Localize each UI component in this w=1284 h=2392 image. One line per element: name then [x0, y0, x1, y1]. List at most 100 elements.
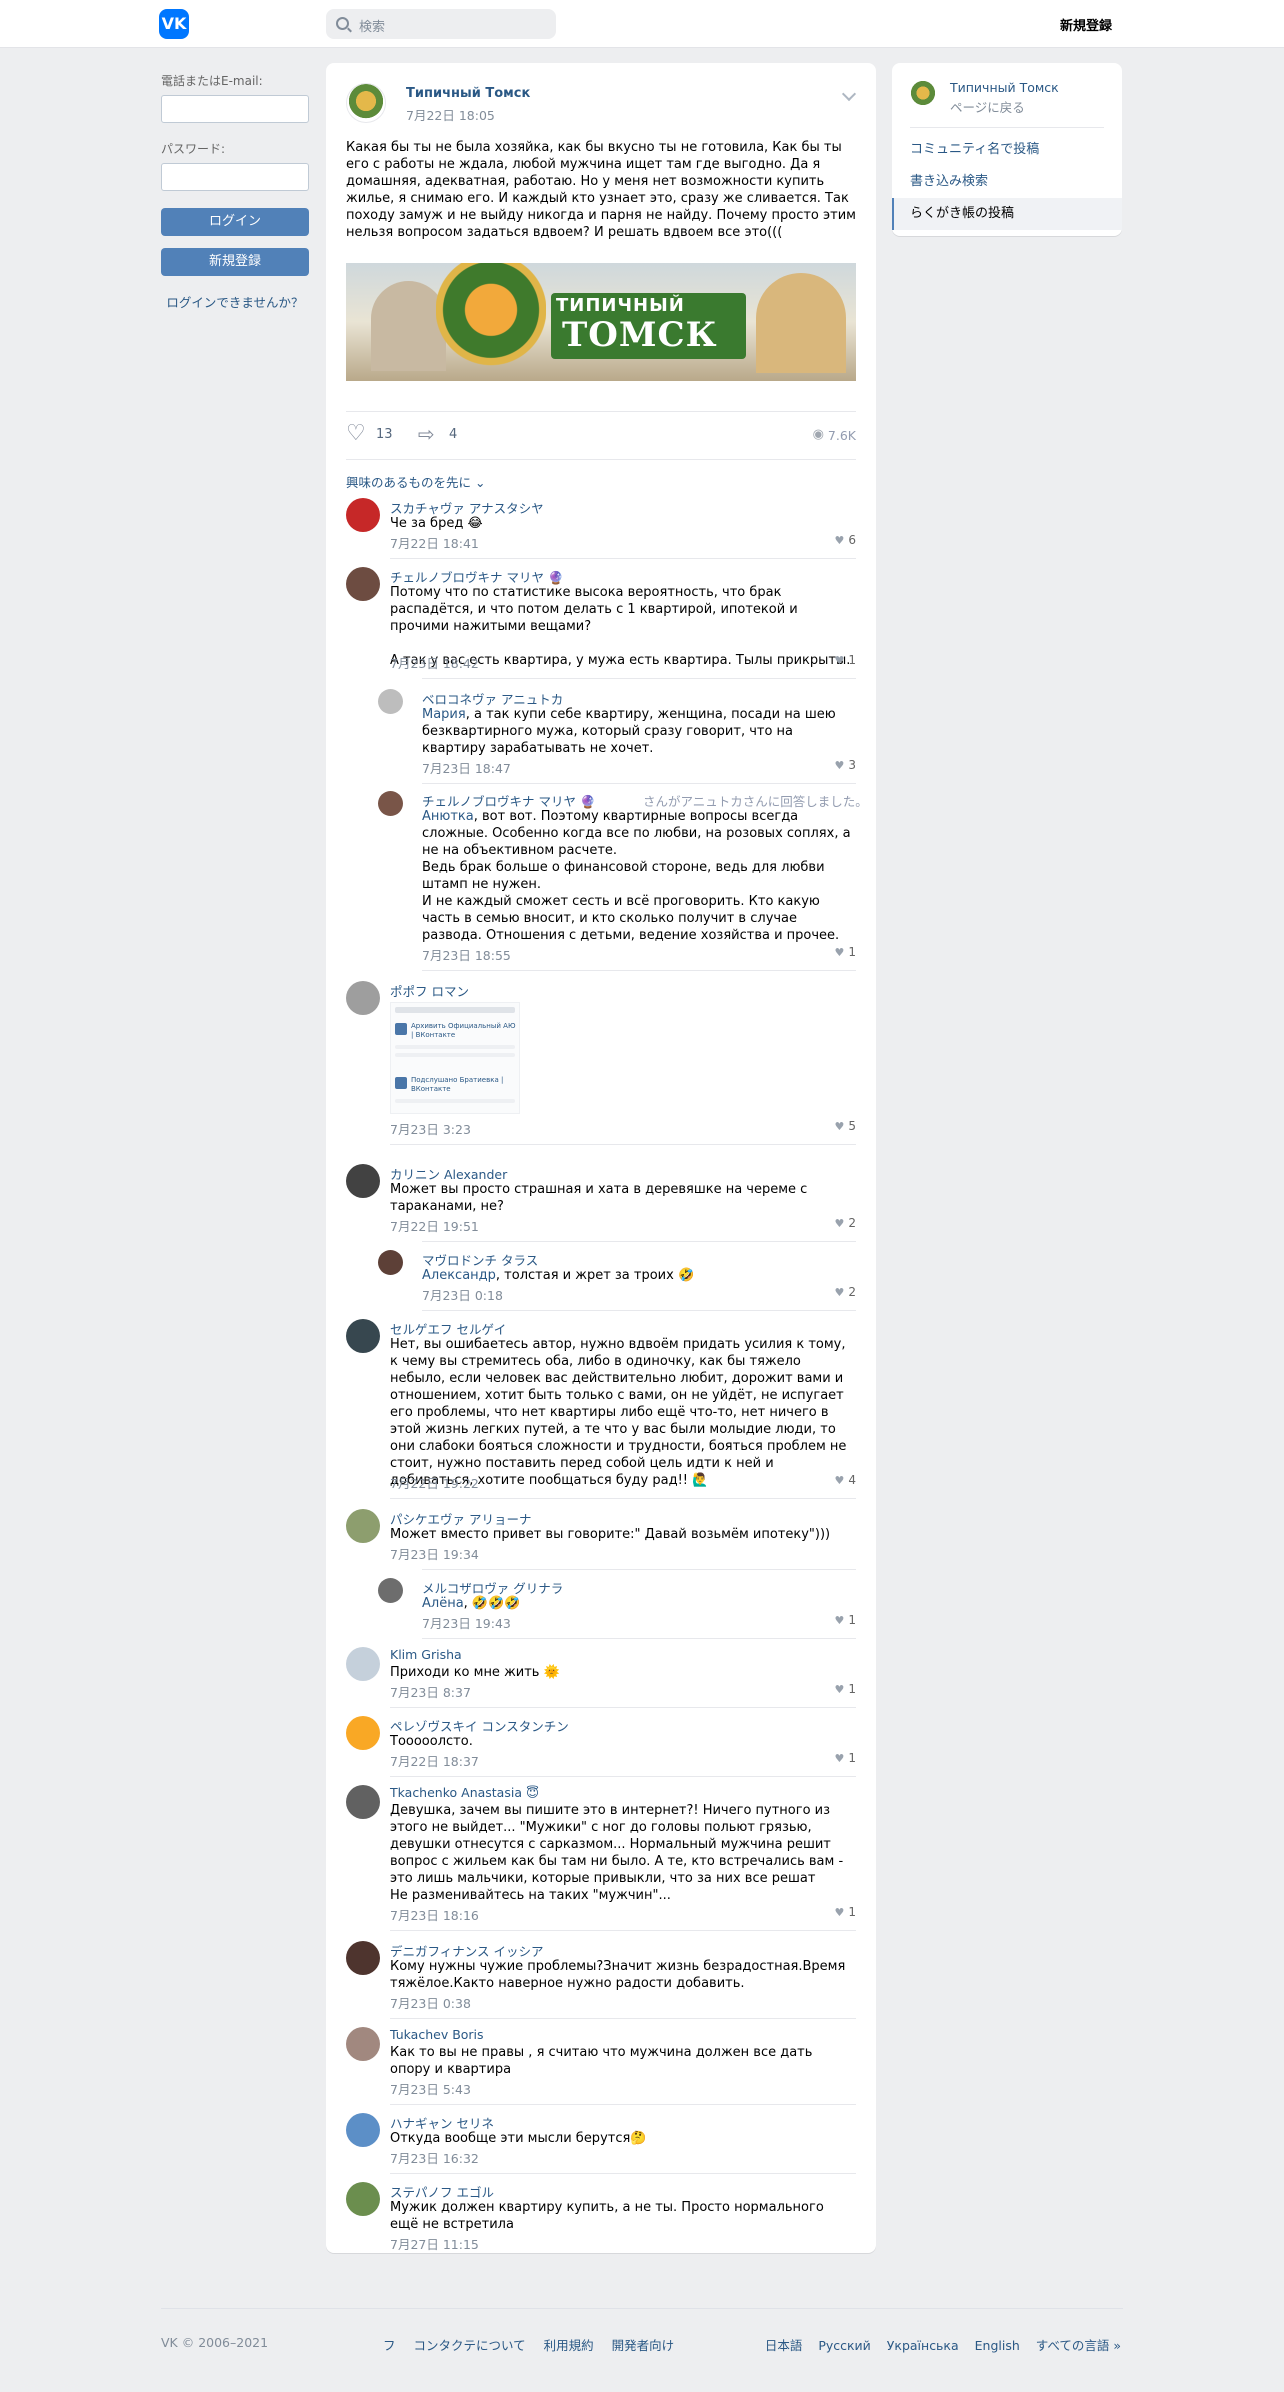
comment-date[interactable]: 7月23日 0:38	[390, 1993, 471, 2012]
comment-sort-dropdown[interactable]: 興味のあるものを先に ⌄	[346, 472, 485, 491]
avatar[interactable]	[346, 1785, 380, 1819]
avatar[interactable]	[378, 1250, 403, 1275]
register-button[interactable]: 新規登録	[161, 248, 309, 276]
comment-date[interactable]: 7月23日 16:32	[390, 2148, 479, 2167]
forgot-login-link[interactable]: ログインできませんか？	[161, 292, 309, 311]
avatar[interactable]	[346, 1941, 380, 1975]
avatar[interactable]	[346, 1164, 380, 1198]
comment-date[interactable]: 7月23日 3:23	[390, 1119, 471, 1138]
comment-like-button[interactable]: ♥ 3	[834, 758, 856, 772]
comment-date[interactable]: 7月27日 11:15	[390, 2234, 479, 2253]
footer-link-terms[interactable]: 利用規約	[544, 2338, 594, 2353]
comment-author[interactable]: ポポフ ロマン	[390, 981, 469, 1000]
comment-like-button[interactable]: ♥ 6	[834, 533, 856, 547]
comment-like-count: 1	[848, 653, 856, 667]
password-field[interactable]	[161, 163, 309, 191]
share-count[interactable]: 4	[449, 427, 457, 442]
header-register-link[interactable]: 新規登録	[1060, 15, 1112, 34]
avatar[interactable]	[346, 1716, 380, 1750]
footer-links: フ コンタクテについて 利用規約 開発者向け	[383, 2335, 688, 2354]
login-button[interactable]: ログイン	[161, 208, 309, 236]
comment-date[interactable]: 7月23日 18:16	[390, 1905, 479, 1924]
post-image[interactable]: ТИПИЧНЫЙ ТОМСК	[346, 263, 856, 381]
comment-date[interactable]: 7月23日 18:42	[390, 653, 479, 672]
comment-author[interactable]: Tukachev Boris	[390, 2027, 484, 2042]
footer-link[interactable]: フ	[383, 2338, 396, 2353]
avatar[interactable]	[346, 981, 380, 1015]
group-avatar[interactable]	[346, 83, 386, 123]
email-field[interactable]	[161, 95, 309, 123]
avatar[interactable]	[346, 2027, 380, 2061]
lang-russian[interactable]: Русский	[818, 2338, 870, 2353]
comment-like-button[interactable]: ♥ 1	[834, 1682, 856, 1696]
comment-like-button[interactable]: ♥ 1	[834, 653, 856, 667]
post-actions: ♡ 13 ⇨ 4 ◉ 7.6K	[346, 423, 856, 447]
post-date[interactable]: 7月22日 18:05	[406, 105, 495, 124]
avatar[interactable]	[378, 791, 403, 816]
lang-japanese[interactable]: 日本語	[765, 2338, 803, 2353]
avatar[interactable]	[346, 2182, 380, 2216]
comment-date[interactable]: 7月23日 8:37	[390, 1682, 471, 1701]
lang-ukrainian[interactable]: Українська	[887, 2338, 959, 2353]
comment-author[interactable]: Tkachenko Anastasia 😇	[390, 1785, 539, 1800]
avatar[interactable]	[346, 2113, 380, 2147]
avatar[interactable]	[346, 498, 380, 532]
sidebar-group-link[interactable]: Типичный Томск	[950, 80, 1059, 95]
comment-like-count: 1	[848, 945, 856, 959]
sidebar-item-search[interactable]: 書き込み検索	[892, 166, 1122, 198]
avatar[interactable]	[378, 689, 403, 714]
reply-mention-link[interactable]: Алёна	[422, 1596, 464, 1611]
reply-mention-link[interactable]: Анютка	[422, 809, 474, 824]
reply-mention-link[interactable]: Александр	[422, 1268, 496, 1283]
comment-date[interactable]: 7月22日 19:22	[390, 1473, 479, 1492]
heart-icon: ♥	[834, 534, 845, 547]
comment-divider	[390, 558, 856, 559]
chevron-down-icon[interactable]	[841, 86, 857, 102]
avatar[interactable]	[346, 1647, 380, 1681]
vk-logo-icon[interactable]: VK	[159, 9, 189, 39]
comment-like-button[interactable]: ♥ 5	[834, 1119, 856, 1133]
comment-divider	[422, 1310, 856, 1311]
attached-screenshot[interactable]: Архивить Официальный АЮ | ВКонтакте Подсл…	[390, 1002, 520, 1114]
avatar[interactable]	[346, 1509, 380, 1543]
search-input[interactable]: 検索	[326, 9, 556, 39]
comment-like-button[interactable]: ♥ 1	[834, 1751, 856, 1765]
sidebar-item-wall-posts[interactable]: らくがき帳の投稿	[892, 198, 1122, 230]
share-icon[interactable]: ⇨	[418, 423, 435, 445]
password-label: パスワード:	[161, 142, 226, 156]
comment-like-button[interactable]: ♥ 2	[834, 1285, 856, 1299]
comment-like-button[interactable]: ♥ 4	[834, 1473, 856, 1487]
reply-mention-link[interactable]: Мария	[422, 707, 466, 722]
comment-author[interactable]: Klim Grisha	[390, 1647, 462, 1662]
heart-icon[interactable]: ♡	[346, 423, 366, 445]
footer-link-about[interactable]: コンタクテについて	[414, 2338, 526, 2353]
group-avatar-small[interactable]	[910, 80, 936, 106]
comment-date[interactable]: 7月23日 19:43	[422, 1613, 511, 1632]
back-to-page-link[interactable]: ページに戻る	[950, 97, 1025, 116]
comment-divider	[422, 1241, 856, 1242]
comment-like-button[interactable]: ♥ 1	[834, 945, 856, 959]
avatar[interactable]	[346, 567, 380, 601]
comment-date[interactable]: 7月23日 5:43	[390, 2079, 471, 2098]
comment-date[interactable]: 7月23日 19:34	[390, 1544, 479, 1563]
post-text: Какая бы ты не была хозяйка, как бы вкус…	[346, 140, 856, 240]
footer-link-developers[interactable]: 開発者向け	[612, 2338, 675, 2353]
comment-like-button[interactable]: ♥ 2	[834, 1216, 856, 1230]
comment-date[interactable]: 7月22日 19:51	[390, 1216, 479, 1235]
heart-icon: ♥	[834, 1752, 845, 1765]
like-count[interactable]: 13	[376, 427, 393, 442]
comment-date[interactable]: 7月22日 18:37	[390, 1751, 479, 1770]
comment-like-button[interactable]: ♥ 1	[834, 1613, 856, 1627]
vk-logo-icon	[395, 1077, 407, 1089]
comment-date[interactable]: 7月23日 18:47	[422, 758, 511, 777]
avatar[interactable]	[346, 1319, 380, 1353]
avatar[interactable]	[378, 1578, 403, 1603]
lang-english[interactable]: English	[975, 2338, 1020, 2353]
comment-date[interactable]: 7月22日 18:41	[390, 533, 479, 552]
group-name-link[interactable]: Типичный Томск	[406, 86, 530, 101]
sidebar-item-community-post[interactable]: コミュニティ名で投稿	[892, 134, 1122, 166]
comment-date[interactable]: 7月23日 0:18	[422, 1285, 503, 1304]
lang-all[interactable]: すべての言語 »	[1036, 2338, 1121, 2353]
comment-date[interactable]: 7月23日 18:55	[422, 945, 511, 964]
comment-like-button[interactable]: ♥ 1	[834, 1905, 856, 1919]
